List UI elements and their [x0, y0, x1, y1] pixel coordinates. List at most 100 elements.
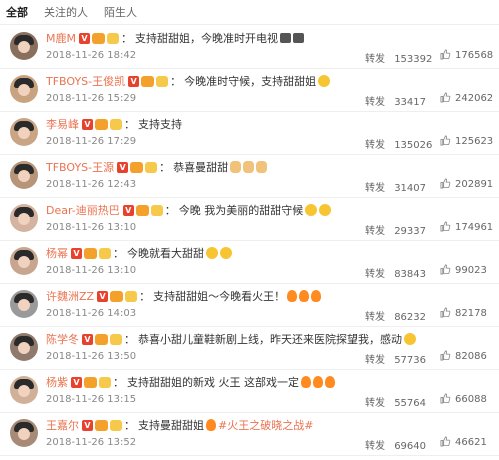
comment-timestamp: 2018-11-26 13:50	[46, 351, 137, 362]
like-count: 176568	[455, 50, 494, 61]
colon-separator: ：	[120, 32, 132, 45]
repost-label: 转发	[365, 97, 385, 108]
tab-following[interactable]: 关注的人	[44, 4, 88, 20]
comment-timestamp: 2018-11-26 13:10	[46, 265, 137, 276]
avatar[interactable]	[10, 118, 38, 146]
repost-count: 57736	[394, 355, 426, 366]
repost-label: 转发	[365, 269, 385, 280]
avatar[interactable]	[10, 247, 38, 275]
avatar[interactable]	[10, 75, 38, 103]
repost-button[interactable]: 转发 135026	[365, 136, 432, 151]
member-badge-icon	[125, 290, 138, 302]
like-count: 174961	[455, 222, 494, 233]
repost-count: 135026	[394, 140, 433, 151]
comment-line: TFBOYS-王俊凯 V ： 今晚准时守候，支持甜甜姐	[46, 73, 332, 89]
tab-strangers[interactable]: 陌生人	[104, 4, 137, 20]
username-link[interactable]: 杨幂	[46, 245, 68, 261]
comment-row: TFBOYS-王源 V ： 恭喜曼甜甜 2018-11-26 12:43 转发 …	[0, 155, 499, 198]
fire-emoji-icon	[287, 290, 298, 302]
comment-list-screen: 全部 关注的人 陌生人 M鹿M V ： 支持甜甜姐，今晚准时开电视 2018-1…	[0, 0, 499, 460]
level-badge-icon	[95, 333, 108, 345]
member-badge-icon	[150, 204, 163, 216]
comment-line: M鹿M V ： 支持甜甜姐，今晚准时开电视	[46, 30, 306, 46]
username-link[interactable]: 王嘉尔	[46, 417, 79, 433]
colon-separator: ：	[124, 333, 135, 346]
avatar[interactable]	[10, 376, 38, 404]
username-link[interactable]: 陈学冬	[46, 331, 79, 347]
like-count: 99023	[455, 265, 487, 276]
verified-badge-icon: V	[122, 204, 134, 216]
comment-line: 许魏洲ZZ V ： 支持甜甜姐～今晚看火王！	[46, 288, 323, 304]
smile-emoji-icon	[305, 204, 318, 216]
repost-label: 转发	[365, 355, 385, 366]
comment-timestamp: 2018-11-26 15:29	[46, 93, 137, 104]
verified-badge-icon: V	[82, 333, 93, 345]
comment-timestamp: 2018-11-26 13:52	[46, 437, 137, 448]
level-badge-icon	[141, 75, 155, 87]
like-count: 125623	[455, 136, 494, 147]
comment-line: 王嘉尔 V ： 支持曼甜甜姐 #火王之破晓之战#	[46, 417, 313, 433]
repost-button[interactable]: 转发 33417	[365, 93, 426, 108]
comment-timestamp: 2018-11-26 13:15	[46, 394, 137, 405]
colon-separator: ：	[124, 118, 135, 131]
verified-badge-icon: V	[97, 290, 109, 302]
thumbs-up-icon[interactable]	[440, 350, 451, 361]
username-link[interactable]: 李易峰	[46, 116, 79, 132]
username-link[interactable]: 杨紫	[46, 374, 68, 390]
comment-text: 恭喜曼甜甜	[173, 161, 229, 174]
smile-emoji-icon	[318, 75, 331, 87]
repost-count: 55764	[394, 398, 426, 409]
comment-text: 支持甜甜姐的新戏 火王 这部戏一定	[127, 376, 299, 389]
repost-button[interactable]: 转发 29337	[365, 222, 426, 237]
comment-row: Dear-迪丽热巴 V ： 今晚 我为美丽的甜甜守候 2018-11-26 13…	[0, 198, 499, 241]
member-badge-icon	[99, 376, 111, 388]
thumbs-up-icon[interactable]	[440, 49, 451, 60]
repost-button[interactable]: 转发 69640	[365, 437, 426, 452]
thumbs-up-icon[interactable]	[440, 221, 451, 232]
thumbs-up-icon[interactable]	[440, 307, 451, 318]
thumbs-up-icon[interactable]	[440, 135, 451, 146]
repost-button[interactable]: 转发 83843	[365, 265, 426, 280]
member-badge-icon	[156, 75, 169, 87]
username-link[interactable]: TFBOYS-王俊凯	[46, 73, 125, 89]
username-link[interactable]: 许魏洲ZZ	[46, 288, 94, 304]
comment-text: 今晚 我为美丽的甜甜守候	[178, 204, 304, 217]
repost-label: 转发	[365, 54, 385, 65]
repost-label: 转发	[365, 226, 385, 237]
avatar[interactable]	[10, 333, 38, 361]
username-link[interactable]: Dear-迪丽热巴	[46, 202, 120, 218]
repost-button[interactable]: 转发 31407	[365, 179, 426, 194]
level-badge-icon	[110, 290, 124, 302]
smile-emoji-icon	[206, 247, 218, 259]
fire-emoji-icon	[206, 419, 216, 431]
avatar[interactable]	[10, 32, 38, 60]
repost-label: 转发	[365, 441, 385, 452]
repost-button[interactable]: 转发 55764	[365, 394, 426, 409]
verified-badge-icon: V	[71, 247, 82, 259]
thumbs-up-icon[interactable]	[440, 436, 451, 447]
level-badge-icon	[91, 32, 105, 44]
username-link[interactable]: TFBOYS-王源	[46, 159, 114, 175]
username-link[interactable]: M鹿M	[46, 30, 76, 46]
member-badge-icon	[145, 161, 158, 173]
avatar[interactable]	[10, 204, 38, 232]
thumbs-up-icon[interactable]	[440, 178, 451, 189]
avatar[interactable]	[10, 290, 38, 318]
repost-button[interactable]: 转发 57736	[365, 351, 426, 366]
smile-emoji-icon	[319, 204, 332, 216]
tab-all[interactable]: 全部	[6, 4, 28, 20]
repost-button[interactable]: 转发 153392	[365, 50, 432, 65]
avatar[interactable]	[10, 419, 38, 447]
comment-timestamp: 2018-11-26 17:29	[46, 136, 137, 147]
avatar[interactable]	[10, 161, 38, 189]
hand-emoji-icon	[230, 161, 242, 173]
thumbs-up-icon[interactable]	[440, 393, 451, 404]
repost-button[interactable]: 转发 86232	[365, 308, 426, 323]
thumbs-up-icon[interactable]	[440, 92, 451, 103]
repost-count: 31407	[394, 183, 426, 194]
topic-link[interactable]: #火王之破晓之战#	[218, 417, 313, 433]
member-badge-icon	[99, 247, 111, 259]
comment-text: 今晚准时守候，支持甜甜姐	[184, 75, 317, 88]
like-count: 82178	[455, 308, 487, 319]
thumbs-up-icon[interactable]	[440, 264, 451, 275]
